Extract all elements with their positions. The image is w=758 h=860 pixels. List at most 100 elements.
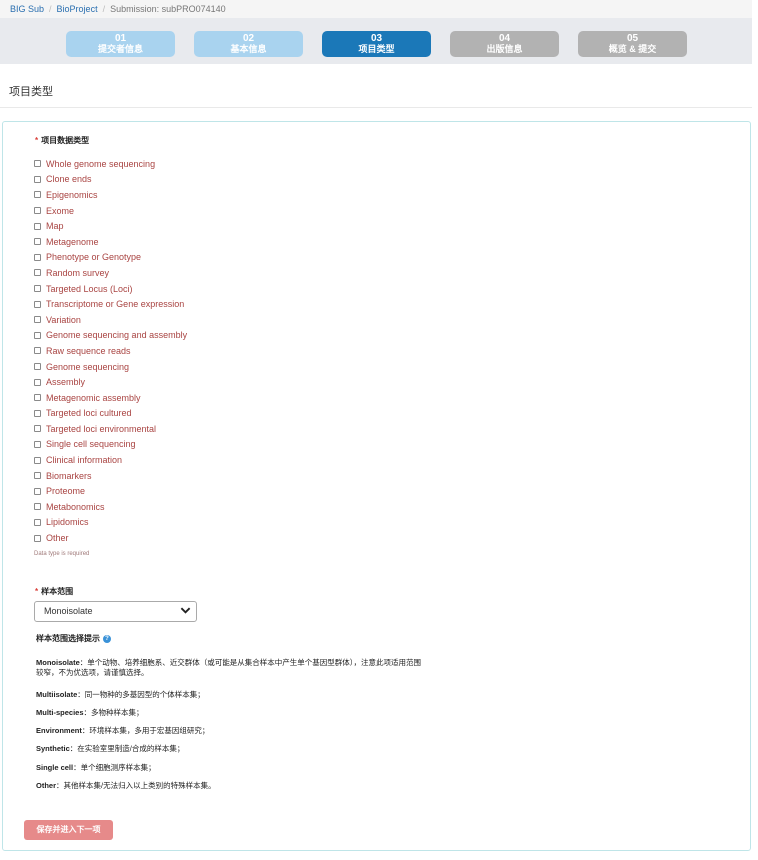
data-type-option-label: Phenotype or Genotype bbox=[46, 252, 142, 263]
data-type-option[interactable]: Variation bbox=[34, 312, 187, 328]
checkbox[interactable] bbox=[34, 440, 41, 448]
checkbox[interactable] bbox=[34, 253, 41, 261]
checkbox[interactable] bbox=[34, 425, 41, 433]
checkbox[interactable] bbox=[34, 175, 41, 183]
data-type-option-label: Exome bbox=[46, 205, 75, 216]
checkbox[interactable] bbox=[34, 487, 41, 495]
checkbox[interactable] bbox=[34, 222, 41, 230]
save-next-button[interactable]: 保存并进入下一项 bbox=[24, 820, 113, 840]
data-type-option[interactable]: Phenotype or Genotype bbox=[34, 250, 187, 266]
required-mark: * bbox=[35, 136, 39, 145]
data-type-option[interactable]: Targeted loci cultured bbox=[34, 406, 187, 422]
step-label: 提交者信息 bbox=[97, 44, 143, 54]
data-type-option[interactable]: Map bbox=[34, 218, 187, 234]
step-progress-bar: 01 提交者信息 02 基本信息 03 项目类型 04 出版信息 05 概览 & 提交 bbox=[0, 18, 752, 64]
data-type-option[interactable]: Other bbox=[34, 530, 187, 546]
tip-desc: ：单个细胞测序样本集； bbox=[73, 763, 156, 772]
data-type-option-label: Targeted Locus (Loci) bbox=[46, 283, 133, 294]
tip-term: Monoisolate bbox=[36, 658, 80, 667]
data-type-option-label: Map bbox=[46, 221, 64, 232]
checkbox[interactable] bbox=[34, 160, 41, 168]
checkbox[interactable] bbox=[34, 409, 41, 417]
data-type-option[interactable]: Lipidomics bbox=[34, 515, 187, 531]
data-type-option[interactable]: Proteome bbox=[34, 483, 187, 499]
checkbox[interactable] bbox=[34, 518, 41, 526]
checkbox[interactable] bbox=[34, 534, 41, 542]
checkbox[interactable] bbox=[34, 238, 41, 246]
data-type-option[interactable]: Biomarkers bbox=[34, 468, 187, 484]
step-number: 05 bbox=[626, 33, 639, 44]
checkbox[interactable] bbox=[34, 285, 41, 293]
data-type-option[interactable]: Whole genome sequencing bbox=[34, 156, 187, 172]
validation-hint: Data type is required bbox=[34, 551, 90, 557]
checkbox[interactable] bbox=[34, 316, 41, 324]
data-type-option-label: Raw sequence reads bbox=[46, 345, 131, 356]
sample-scope-title: 样本范围 bbox=[41, 587, 74, 596]
data-type-option[interactable]: Single cell sequencing bbox=[34, 437, 187, 453]
chevron-down-icon bbox=[180, 607, 191, 614]
checkbox[interactable] bbox=[34, 378, 41, 386]
data-type-option-label: Genome sequencing bbox=[46, 361, 130, 372]
data-type-option-label: Clone ends bbox=[46, 174, 92, 185]
data-type-option[interactable]: Genome sequencing and assembly bbox=[34, 328, 187, 344]
tip-other: Other：其他样本集/无法归入以上类别的特殊样本集。 bbox=[36, 781, 426, 791]
tip-term: Synthetic bbox=[36, 744, 70, 753]
checkbox[interactable] bbox=[34, 347, 41, 355]
step-submitter-info[interactable]: 01 提交者信息 bbox=[66, 31, 175, 57]
data-type-option[interactable]: Clone ends bbox=[34, 172, 187, 188]
data-type-option[interactable]: Transcriptome or Gene expression bbox=[34, 296, 187, 312]
checkbox[interactable] bbox=[34, 503, 41, 511]
step-label: 基本信息 bbox=[230, 44, 267, 54]
data-type-option[interactable]: Targeted loci environmental bbox=[34, 421, 187, 437]
checkbox[interactable] bbox=[34, 456, 41, 464]
data-type-option[interactable]: Random survey bbox=[34, 265, 187, 281]
data-type-option-label: Random survey bbox=[46, 267, 110, 278]
breadcrumb-link-bioproject[interactable]: BioProject bbox=[57, 4, 98, 14]
data-type-option[interactable]: Assembly bbox=[34, 374, 187, 390]
sample-scope-value: Monoisolate bbox=[44, 606, 93, 616]
data-type-option[interactable]: Metabonomics bbox=[34, 499, 187, 515]
breadcrumb-current: Submission: subPRO074140 bbox=[110, 4, 226, 14]
data-type-option[interactable]: Genome sequencing bbox=[34, 359, 187, 375]
tip-term: Multi-species bbox=[36, 708, 84, 717]
checkbox[interactable] bbox=[34, 269, 41, 277]
step-basic-info[interactable]: 02 基本信息 bbox=[194, 31, 303, 57]
tip-monoisolate: Monoisolate：单个动物、培养细胞系、近交群体（或可能是从集合样本中产生… bbox=[36, 658, 426, 678]
divider bbox=[0, 107, 752, 108]
checkbox[interactable] bbox=[34, 472, 41, 480]
tip-term: Other bbox=[36, 781, 57, 790]
tip-desc: ：同一物种的多基因型的个体样本集； bbox=[77, 690, 205, 699]
step-project-type[interactable]: 03 项目类型 bbox=[322, 31, 431, 57]
step-publication-info[interactable]: 04 出版信息 bbox=[450, 31, 559, 57]
data-type-option[interactable]: Clinical information bbox=[34, 452, 187, 468]
checkbox[interactable] bbox=[34, 331, 41, 339]
tip-term: Single cell bbox=[36, 763, 74, 772]
data-type-option[interactable]: Raw sequence reads bbox=[34, 343, 187, 359]
data-type-option[interactable]: Epigenomics bbox=[34, 187, 187, 203]
data-type-option-label: Proteome bbox=[46, 486, 86, 497]
checkbox[interactable] bbox=[34, 300, 41, 308]
data-type-option-label: Whole genome sequencing bbox=[46, 158, 156, 169]
checkbox[interactable] bbox=[34, 363, 41, 371]
tip-synthetic: Synthetic：在实验室里制造/合成的样本集； bbox=[36, 744, 426, 754]
data-type-option-label: Other bbox=[46, 533, 69, 544]
step-overview-submit[interactable]: 05 概览 & 提交 bbox=[578, 31, 687, 57]
data-type-option[interactable]: Exome bbox=[34, 203, 187, 219]
checkbox[interactable] bbox=[34, 191, 41, 199]
checkbox[interactable] bbox=[34, 207, 41, 215]
help-icon[interactable]: ? bbox=[103, 634, 111, 643]
breadcrumb-link-bigsub[interactable]: BIG Sub bbox=[10, 4, 44, 14]
data-type-option[interactable]: Targeted Locus (Loci) bbox=[34, 281, 187, 297]
tip-term: Environment bbox=[36, 726, 82, 735]
data-type-option[interactable]: Metagenomic assembly bbox=[34, 390, 187, 406]
data-type-option-label: Metabonomics bbox=[46, 501, 105, 512]
tip-term: Multiisolate bbox=[36, 690, 78, 699]
data-type-option[interactable]: Metagenome bbox=[34, 234, 187, 250]
data-type-option-label: Metagenome bbox=[46, 236, 99, 247]
step-number: 04 bbox=[498, 33, 511, 44]
data-type-option-label: Biomarkers bbox=[46, 470, 92, 481]
checkbox[interactable] bbox=[34, 394, 41, 402]
step-label: 出版信息 bbox=[486, 44, 523, 54]
data-type-option-label: Genome sequencing and assembly bbox=[46, 330, 188, 341]
sample-scope-select[interactable]: Monoisolate bbox=[34, 601, 197, 622]
